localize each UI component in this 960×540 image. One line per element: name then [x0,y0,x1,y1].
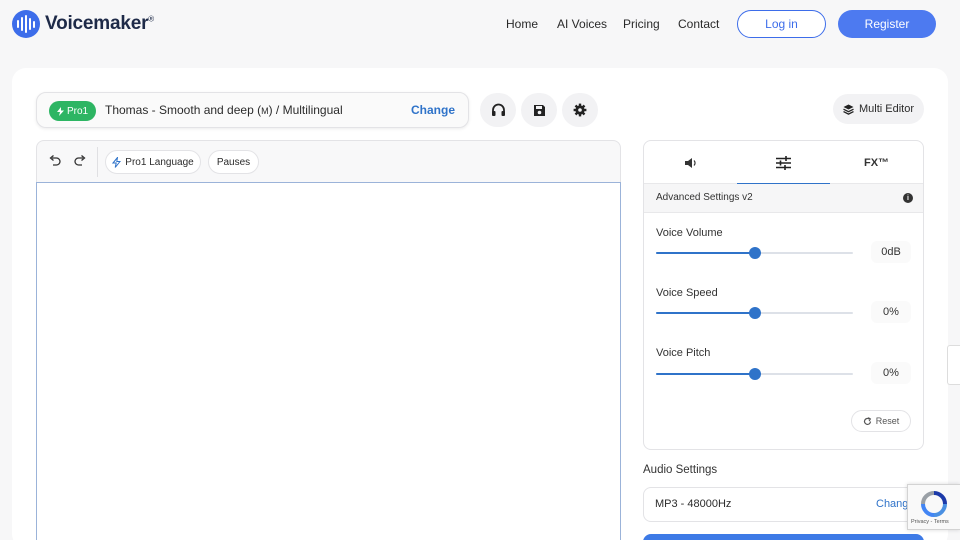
nav-home[interactable]: Home [506,17,538,31]
sliders-icon [776,155,791,170]
toolbar-divider [97,147,98,177]
audio-settings-box: MP3 - 48000Hz Chang [643,487,924,522]
audio-settings-title: Audio Settings [643,464,718,476]
volume-icon [684,157,696,168]
voice-pitch-label: Voice Pitch [656,347,711,359]
slider-thumb[interactable] [748,368,761,380]
undo-icon[interactable] [48,154,62,168]
redo-icon[interactable] [73,154,87,168]
pro-badge: Pro1 [49,101,97,121]
voice-volume-label: Voice Volume [656,227,723,239]
editor-toolbar: Pro1 Language Pauses [36,140,621,182]
change-voice-link[interactable]: Change [411,103,455,117]
voice-volume-value[interactable]: 0dB [871,241,911,263]
slider-fill [656,252,755,254]
reset-button[interactable]: Reset [851,410,911,432]
voice-speed-slider[interactable] [656,307,853,319]
reset-label: Reset [875,416,900,426]
multi-editor-label: Multi Editor [858,103,915,115]
slider-thumb[interactable] [748,307,761,319]
nav-contact[interactable]: Contact [678,17,719,31]
login-button[interactable]: Log in [737,10,826,38]
recaptcha-badge[interactable]: Privacy - Terms [907,484,960,530]
voice-name: Thomas - Smooth and deep (M) / Multiling… [105,103,343,117]
lightning-icon [112,156,122,168]
headphones-icon [491,103,505,116]
save-button[interactable] [521,93,557,127]
layers-icon [843,104,854,115]
pauses-button[interactable]: Pauses [208,150,259,174]
pro-language-label: Pro1 Language [125,156,194,168]
voice-speed-value[interactable]: 0% [871,301,911,323]
preview-button[interactable] [480,93,516,127]
recaptcha-icon [921,491,947,517]
nav-pricing[interactable]: Pricing [623,17,660,31]
lightning-icon [57,106,64,116]
voice-pitch-value[interactable]: 0% [871,362,911,384]
audio-format: MP3 - 48000Hz [655,498,732,510]
voice-pitch-slider[interactable] [656,368,853,380]
slider-fill [656,312,755,314]
convert-button[interactable] [643,534,924,540]
nav-ai-voices[interactable]: AI Voices [557,17,607,31]
side-drawer-handle[interactable] [947,345,960,385]
site-header: Voicemaker® Home AI Voices Pricing Conta… [0,0,960,50]
save-icon [533,104,545,116]
tab-advanced-settings[interactable] [737,141,830,185]
advanced-settings-label: Advanced Settings v2 [656,192,753,203]
soundwave-logo-icon [12,10,40,38]
tab-volume[interactable] [644,141,737,184]
slider-thumb[interactable] [748,247,761,259]
refresh-icon [863,416,871,425]
recaptcha-links[interactable]: Privacy - Terms [911,519,949,525]
multi-editor-button[interactable]: Multi Editor [833,94,924,124]
slider-fill [656,373,755,375]
register-button[interactable]: Register [838,10,936,38]
settings-panel: FX™ Advanced Settings v2 i Voice Volume … [643,140,924,450]
settings-button[interactable] [562,93,598,127]
tab-fx[interactable]: FX™ [830,141,923,184]
settings-gear-icon [573,103,587,117]
info-icon[interactable]: i [903,193,913,203]
brand-logo[interactable]: Voicemaker® [12,10,154,38]
change-audio-link[interactable]: Chang [876,498,908,510]
settings-tabs: FX™ [644,141,923,185]
brand-name: Voicemaker® [45,13,154,34]
text-editor[interactable] [36,182,621,540]
voice-speed-label: Voice Speed [656,287,718,299]
voice-selector[interactable]: Pro1 Thomas - Smooth and deep (M) / Mult… [36,92,469,128]
advanced-settings-header: Advanced Settings v2 i [644,184,923,213]
voice-volume-slider[interactable] [656,247,853,259]
pro-language-button[interactable]: Pro1 Language [105,150,201,174]
